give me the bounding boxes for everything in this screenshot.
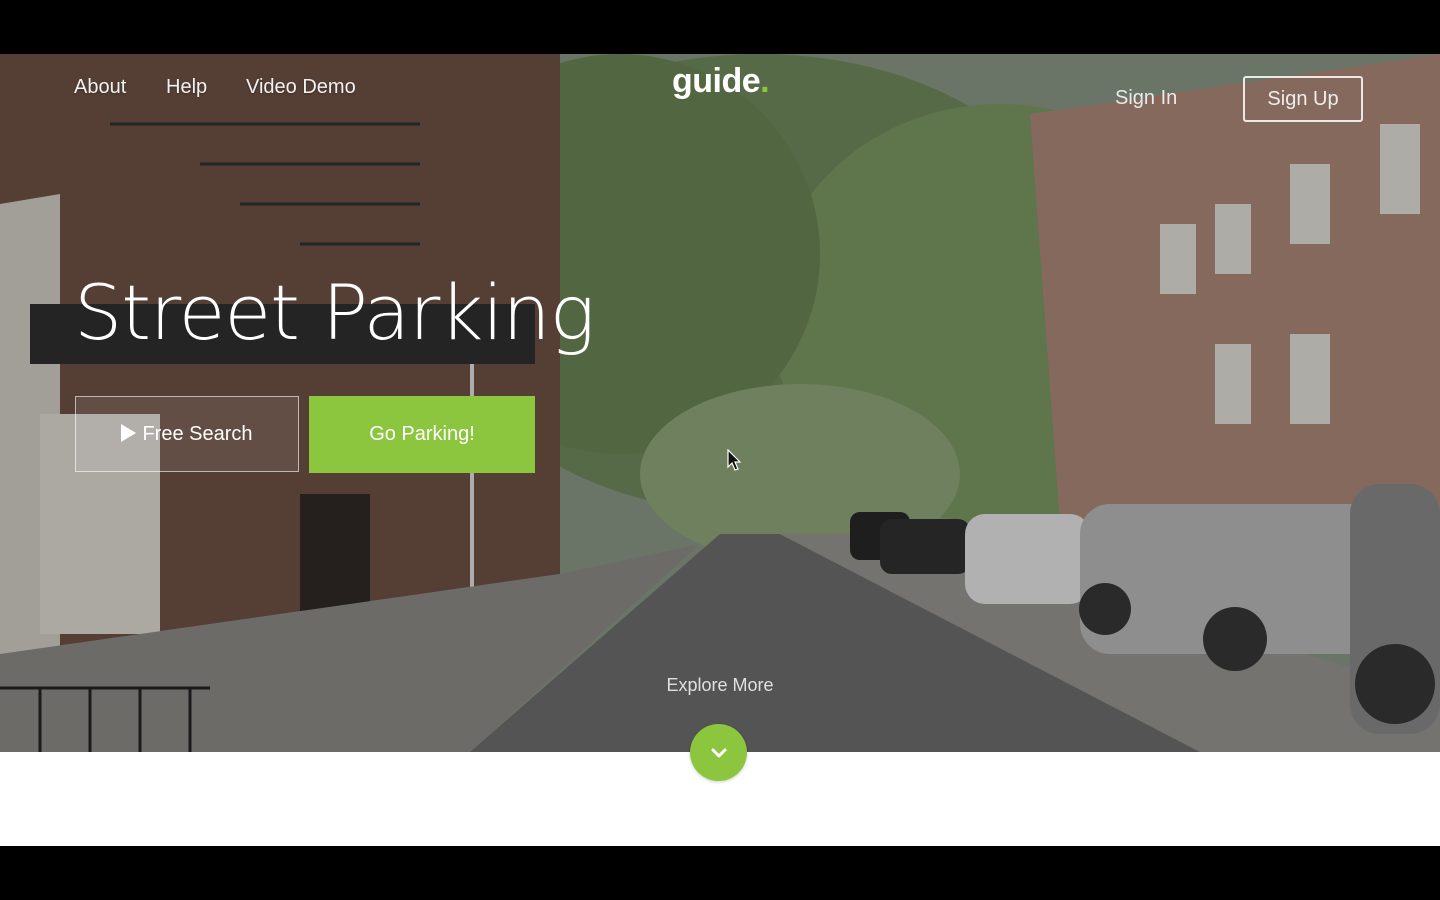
sign-in-link[interactable]: Sign In (1115, 87, 1177, 110)
hero-headline: Street Parking (74, 268, 595, 357)
explore-more-label: Explore More (666, 675, 774, 695)
logo-text: guide (672, 62, 761, 100)
nav-link-video-demo[interactable]: Video Demo (246, 76, 356, 99)
sign-up-button[interactable]: Sign Up (1243, 76, 1363, 122)
nav-link-help[interactable]: Help (166, 76, 207, 99)
mouse-pointer-icon (727, 449, 742, 471)
free-search-label: Free Search (142, 422, 253, 445)
letterbox-top (0, 0, 1440, 54)
guide-logo[interactable]: guide. (672, 62, 770, 101)
logo-dot: . (760, 62, 770, 100)
free-search-button[interactable]: Free Search (75, 396, 299, 472)
hero-section: About Help Video Demo guide. Sign In Sig… (0, 54, 1440, 752)
go-parking-button[interactable]: Go Parking! (309, 396, 535, 473)
landing-page: About Help Video Demo guide. Sign In Sig… (0, 54, 1440, 846)
scroll-down-button[interactable] (690, 724, 747, 781)
letterbox-bottom (0, 846, 1440, 900)
play-icon (121, 424, 137, 442)
chevron-down-icon (711, 748, 726, 757)
nav-link-about[interactable]: About (74, 76, 126, 99)
